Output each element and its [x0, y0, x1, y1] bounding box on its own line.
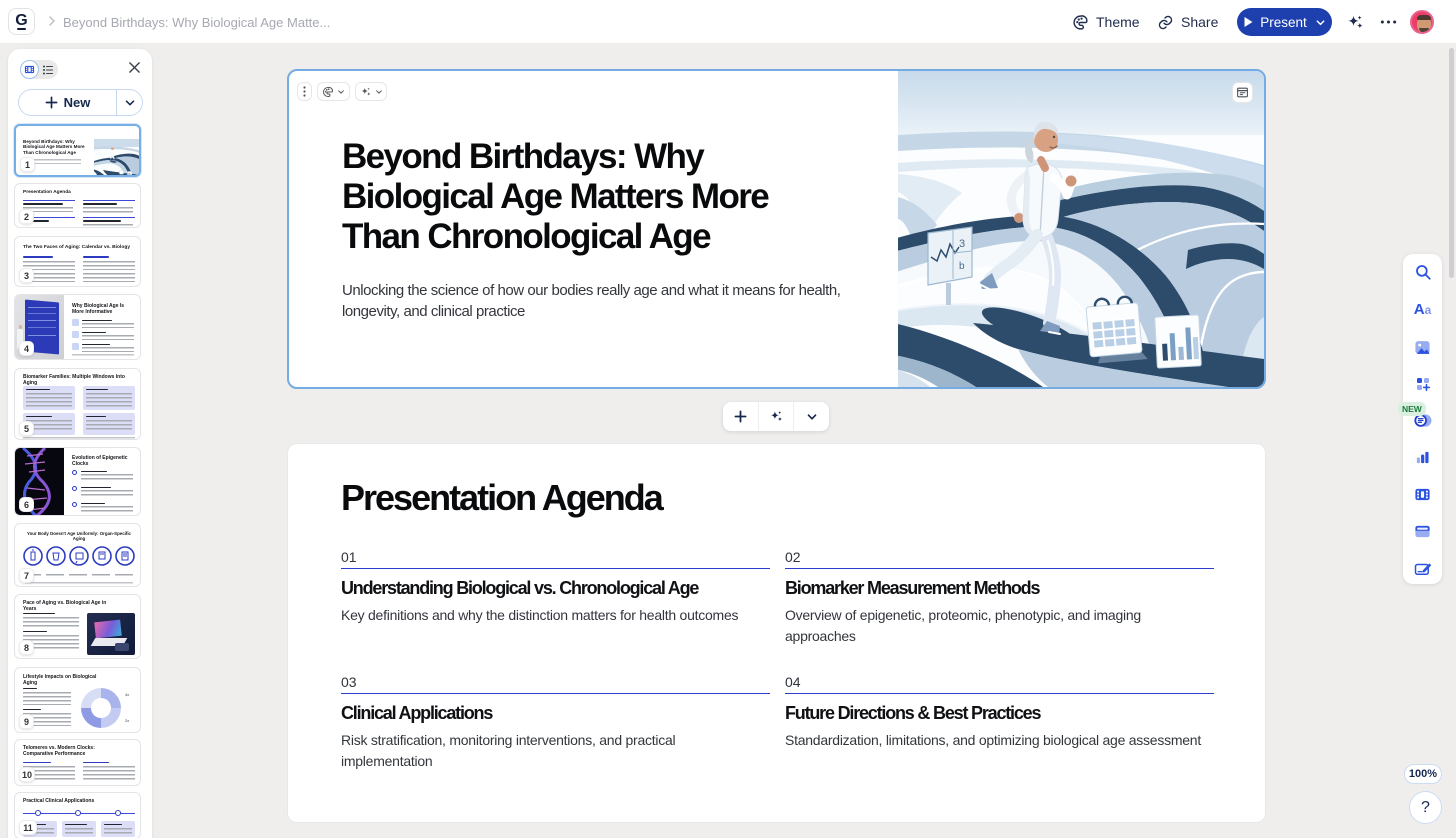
svg-text:3: 3 [959, 238, 965, 250]
svg-text:b: b [959, 261, 965, 272]
